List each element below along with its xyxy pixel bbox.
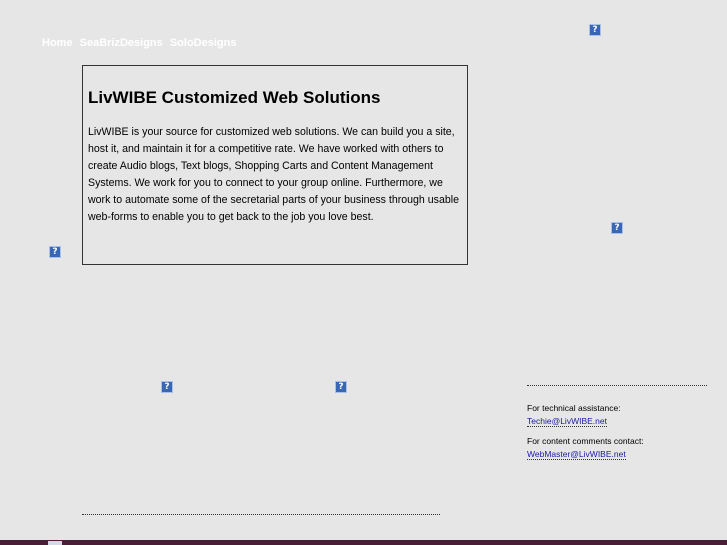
broken-image-icon: ? <box>589 24 601 36</box>
broken-image-icon: ? <box>49 246 61 258</box>
broken-image-icon: ? <box>335 381 347 393</box>
tech-contact-label: For technical assistance: <box>527 403 621 413</box>
footer-badge-icon <box>48 541 62 545</box>
nav-link-seabrizdesigns[interactable]: SeaBrizDesigns <box>80 37 163 49</box>
content-contact-label: For content comments contact: <box>527 436 644 446</box>
main-content-box: LivWIBE Customized Web Solutions LivWIBE… <box>82 65 468 265</box>
broken-image-icon: ? <box>611 222 623 234</box>
content-contact: For content comments contact: WebMaster@… <box>527 435 644 461</box>
broken-image-icon: ? <box>161 381 173 393</box>
nav-link-solodesigns[interactable]: SoloDesigns <box>170 37 237 49</box>
tech-contact: For technical assistance: Techie@LivWIBE… <box>527 402 621 428</box>
intro-paragraph: LivWIBE is your source for customized we… <box>88 126 459 223</box>
webmaster-email-link[interactable]: WebMaster@LivWIBE.net <box>527 449 626 460</box>
sidebar-divider <box>527 385 707 386</box>
tech-email-link[interactable]: Techie@LivWIBE.net <box>527 416 607 427</box>
footer-divider <box>82 514 440 515</box>
top-nav: Home SeaBrizDesigns SoloDesigns <box>42 37 240 49</box>
page-title: LivWIBE Customized Web Solutions <box>88 88 381 107</box>
footer-bar <box>0 540 727 545</box>
nav-link-home[interactable]: Home <box>42 37 73 49</box>
